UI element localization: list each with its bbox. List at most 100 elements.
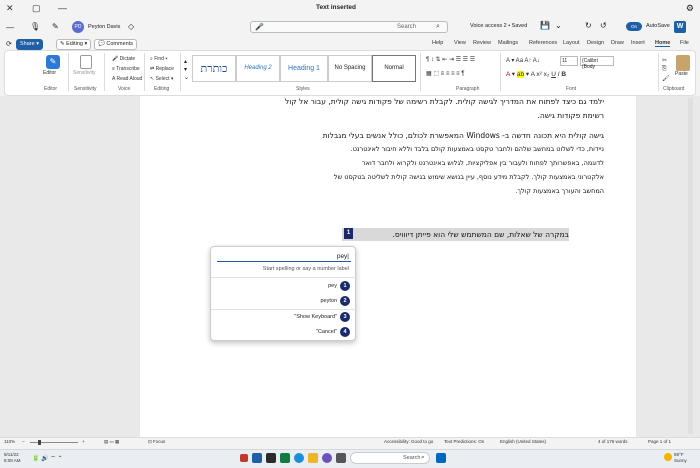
tab-insert[interactable]: Insert [631, 40, 645, 46]
avatar[interactable]: PD [72, 21, 84, 33]
paragraph-controls-row2[interactable]: ▦ ⬚ ≡ ≡ ≡ ≡ ¶ [426, 70, 465, 77]
pen-icon[interactable]: ✎ [52, 22, 59, 31]
file-name[interactable]: Voice access 2 • Saved [470, 23, 527, 29]
tab-help[interactable]: Help [432, 40, 443, 46]
find-button[interactable]: ⌕ Find ▾ [150, 56, 167, 62]
editor-icon[interactable]: ✎ [46, 55, 60, 69]
style-heading-2[interactable]: Heading 2 [236, 55, 280, 82]
format-painter-icon[interactable]: 🖌 [662, 75, 670, 82]
search-input[interactable]: 🎤 Search ⌕ [250, 21, 448, 33]
zoom-level[interactable]: 110% [4, 439, 15, 444]
app-icon-task-view[interactable] [336, 453, 346, 463]
view-mode-icons[interactable]: ▤ ▭ ▦ [104, 439, 119, 445]
doc-line-1: ילמד גם כיצד לפתוח את המדריך לגישה קולית… [284, 97, 604, 106]
text-predictions-status[interactable]: Text Predictions: On [444, 439, 484, 444]
app-icon-terminal[interactable] [266, 453, 276, 463]
sensitivity-group-label: Sensitivity [74, 86, 97, 92]
paste-button[interactable]: Paste [675, 71, 688, 77]
selected-text-line[interactable]: במקרה של שאלות, שם המשתמש שלי הוא פייתן … [393, 230, 569, 239]
share-button[interactable]: Share ▾ [16, 39, 43, 50]
style-heading-1[interactable]: Heading 1 [280, 55, 328, 82]
zoom-slider-thumb[interactable] [38, 440, 41, 445]
replace-button[interactable]: ⇄ Replace [150, 66, 174, 72]
transcribe-button[interactable]: ≡ Transcribe [112, 66, 140, 72]
tab-review[interactable]: Review [473, 40, 491, 46]
redo-icon[interactable]: ↻ [585, 21, 592, 30]
focus-button[interactable]: ⊡ Focus [148, 439, 165, 445]
minimize-window-icon[interactable]: — [58, 3, 67, 13]
autosave-toggle[interactable]: On [626, 22, 642, 31]
sensitivity-icon[interactable] [80, 55, 92, 69]
app-icon-word[interactable] [252, 453, 262, 463]
suggestion-item-1[interactable]: 1 pey [209, 279, 355, 295]
clock-time[interactable]: 8:08 AM [4, 458, 21, 463]
minimize-ribbon-icon[interactable]: — [6, 23, 14, 32]
style-no-spacing[interactable]: No Spacing [328, 55, 372, 82]
app-icon-office[interactable] [240, 454, 248, 462]
app-icon-edge[interactable] [294, 453, 304, 463]
accessibility-status[interactable]: Accessibility: Good to go [384, 439, 433, 444]
gear-icon[interactable]: ⚙ [686, 3, 694, 14]
editing-mode-button[interactable]: ✎ Editing ▾ [56, 39, 92, 50]
tab-draw[interactable]: Draw [611, 40, 624, 46]
tab-mailings[interactable]: Mailings [498, 40, 518, 46]
copy-icon[interactable]: ⎘ [662, 66, 667, 73]
comments-button[interactable]: 💬 Comments [94, 39, 137, 50]
suggestion-item-2[interactable]: 2 peyton [209, 294, 355, 310]
styles-scroll-up-icon[interactable]: ▴ [184, 58, 187, 65]
sun-icon [664, 453, 672, 461]
select-button[interactable]: ↖ Select ▾ [150, 76, 173, 82]
doc-line-4: ניידות, כדי לשלוט במחשב שלהם ולחבר טקסט … [350, 145, 604, 153]
tab-design[interactable]: Design [587, 40, 604, 46]
microphone-icon[interactable]: 🎤 [255, 23, 264, 31]
zoom-in-icon[interactable]: + [82, 439, 85, 444]
font-controls-row1[interactable]: A ▾ Aa A↑ A↓ [506, 57, 540, 64]
cut-icon[interactable]: ✂ [662, 57, 667, 64]
spelling-suggestion-popup: pey| Start spelling or say a number labe… [209, 246, 357, 341]
word-count[interactable]: 4 of 176 words [598, 439, 628, 444]
style-title[interactable]: כותרת [192, 55, 236, 82]
tab-home[interactable]: Home [655, 40, 671, 47]
zoom-out-icon[interactable]: − [22, 439, 25, 444]
windows-start-icon[interactable] [436, 453, 446, 463]
user-name[interactable]: Peyton Davis [88, 24, 120, 30]
editor-button[interactable]: Editor [43, 70, 56, 76]
taskbar-search-input[interactable]: Search ⌕ [350, 452, 430, 464]
tab-file[interactable]: File [680, 40, 689, 46]
font-controls-row2[interactable]: A ▾ ab ▾ A x² x₂ U I B [506, 70, 566, 78]
spelling-input[interactable]: pey| [217, 251, 351, 262]
close-window-icon[interactable]: ✕ [6, 3, 14, 14]
suggestion-item-3[interactable]: 3 "Show Keyboard" [209, 310, 355, 326]
maximize-window-icon[interactable]: ▢ [32, 3, 41, 14]
read-aloud-button[interactable]: A Read Aloud [112, 76, 142, 82]
sensitivity-button[interactable]: Sensitivity [73, 70, 96, 76]
app-icon-teams[interactable] [322, 453, 332, 463]
tab-references[interactable]: References [529, 40, 557, 46]
app-icon-file-explorer[interactable] [308, 453, 318, 463]
dictate-button[interactable]: 🎤 Dictate [112, 56, 135, 62]
font-size-dropdown[interactable]: 11 [560, 56, 578, 66]
more-options-icon[interactable]: ⟳ [6, 40, 12, 48]
clock-date[interactable]: 9/11/22 [4, 452, 19, 457]
page-count[interactable]: Page 1 of 1 [648, 439, 671, 444]
save-icon[interactable]: 💾 [540, 21, 550, 30]
system-tray-icons[interactable]: 🔋 🔊 ⌔ ⌃ [32, 454, 63, 462]
paste-icon[interactable] [676, 55, 690, 71]
undo-icon[interactable]: ↺ [600, 21, 607, 30]
app-icon-excel[interactable] [280, 453, 290, 463]
tab-layout[interactable]: Layout [563, 40, 580, 46]
paragraph-controls-row1[interactable]: ¶ ↕ ⇅ ⇤ ⇥ ☰ ☰ ☰ [426, 56, 475, 63]
weather-temp[interactable]: 69°F [674, 452, 684, 457]
diamond-icon[interactable]: ◇ [128, 22, 134, 31]
voice-marker-badge[interactable]: 1 [344, 228, 353, 239]
font-name-dropdown[interactable]: (Calibri (Body [580, 56, 614, 70]
styles-more-icon[interactable]: ⌄ [184, 74, 189, 81]
language-status[interactable]: English (United States) [500, 439, 546, 444]
tab-view[interactable]: View [454, 40, 466, 46]
customize-toolbar-icon[interactable]: ⌄ [555, 21, 562, 30]
vertical-scrollbar[interactable] [688, 98, 693, 434]
styles-scroll-down-icon[interactable]: ▾ [184, 66, 187, 73]
suggestion-item-4[interactable]: 4 "Cancel" [209, 325, 355, 341]
microphone-icon[interactable]: 🎙 [30, 22, 40, 31]
style-normal[interactable]: Normal [372, 55, 416, 82]
